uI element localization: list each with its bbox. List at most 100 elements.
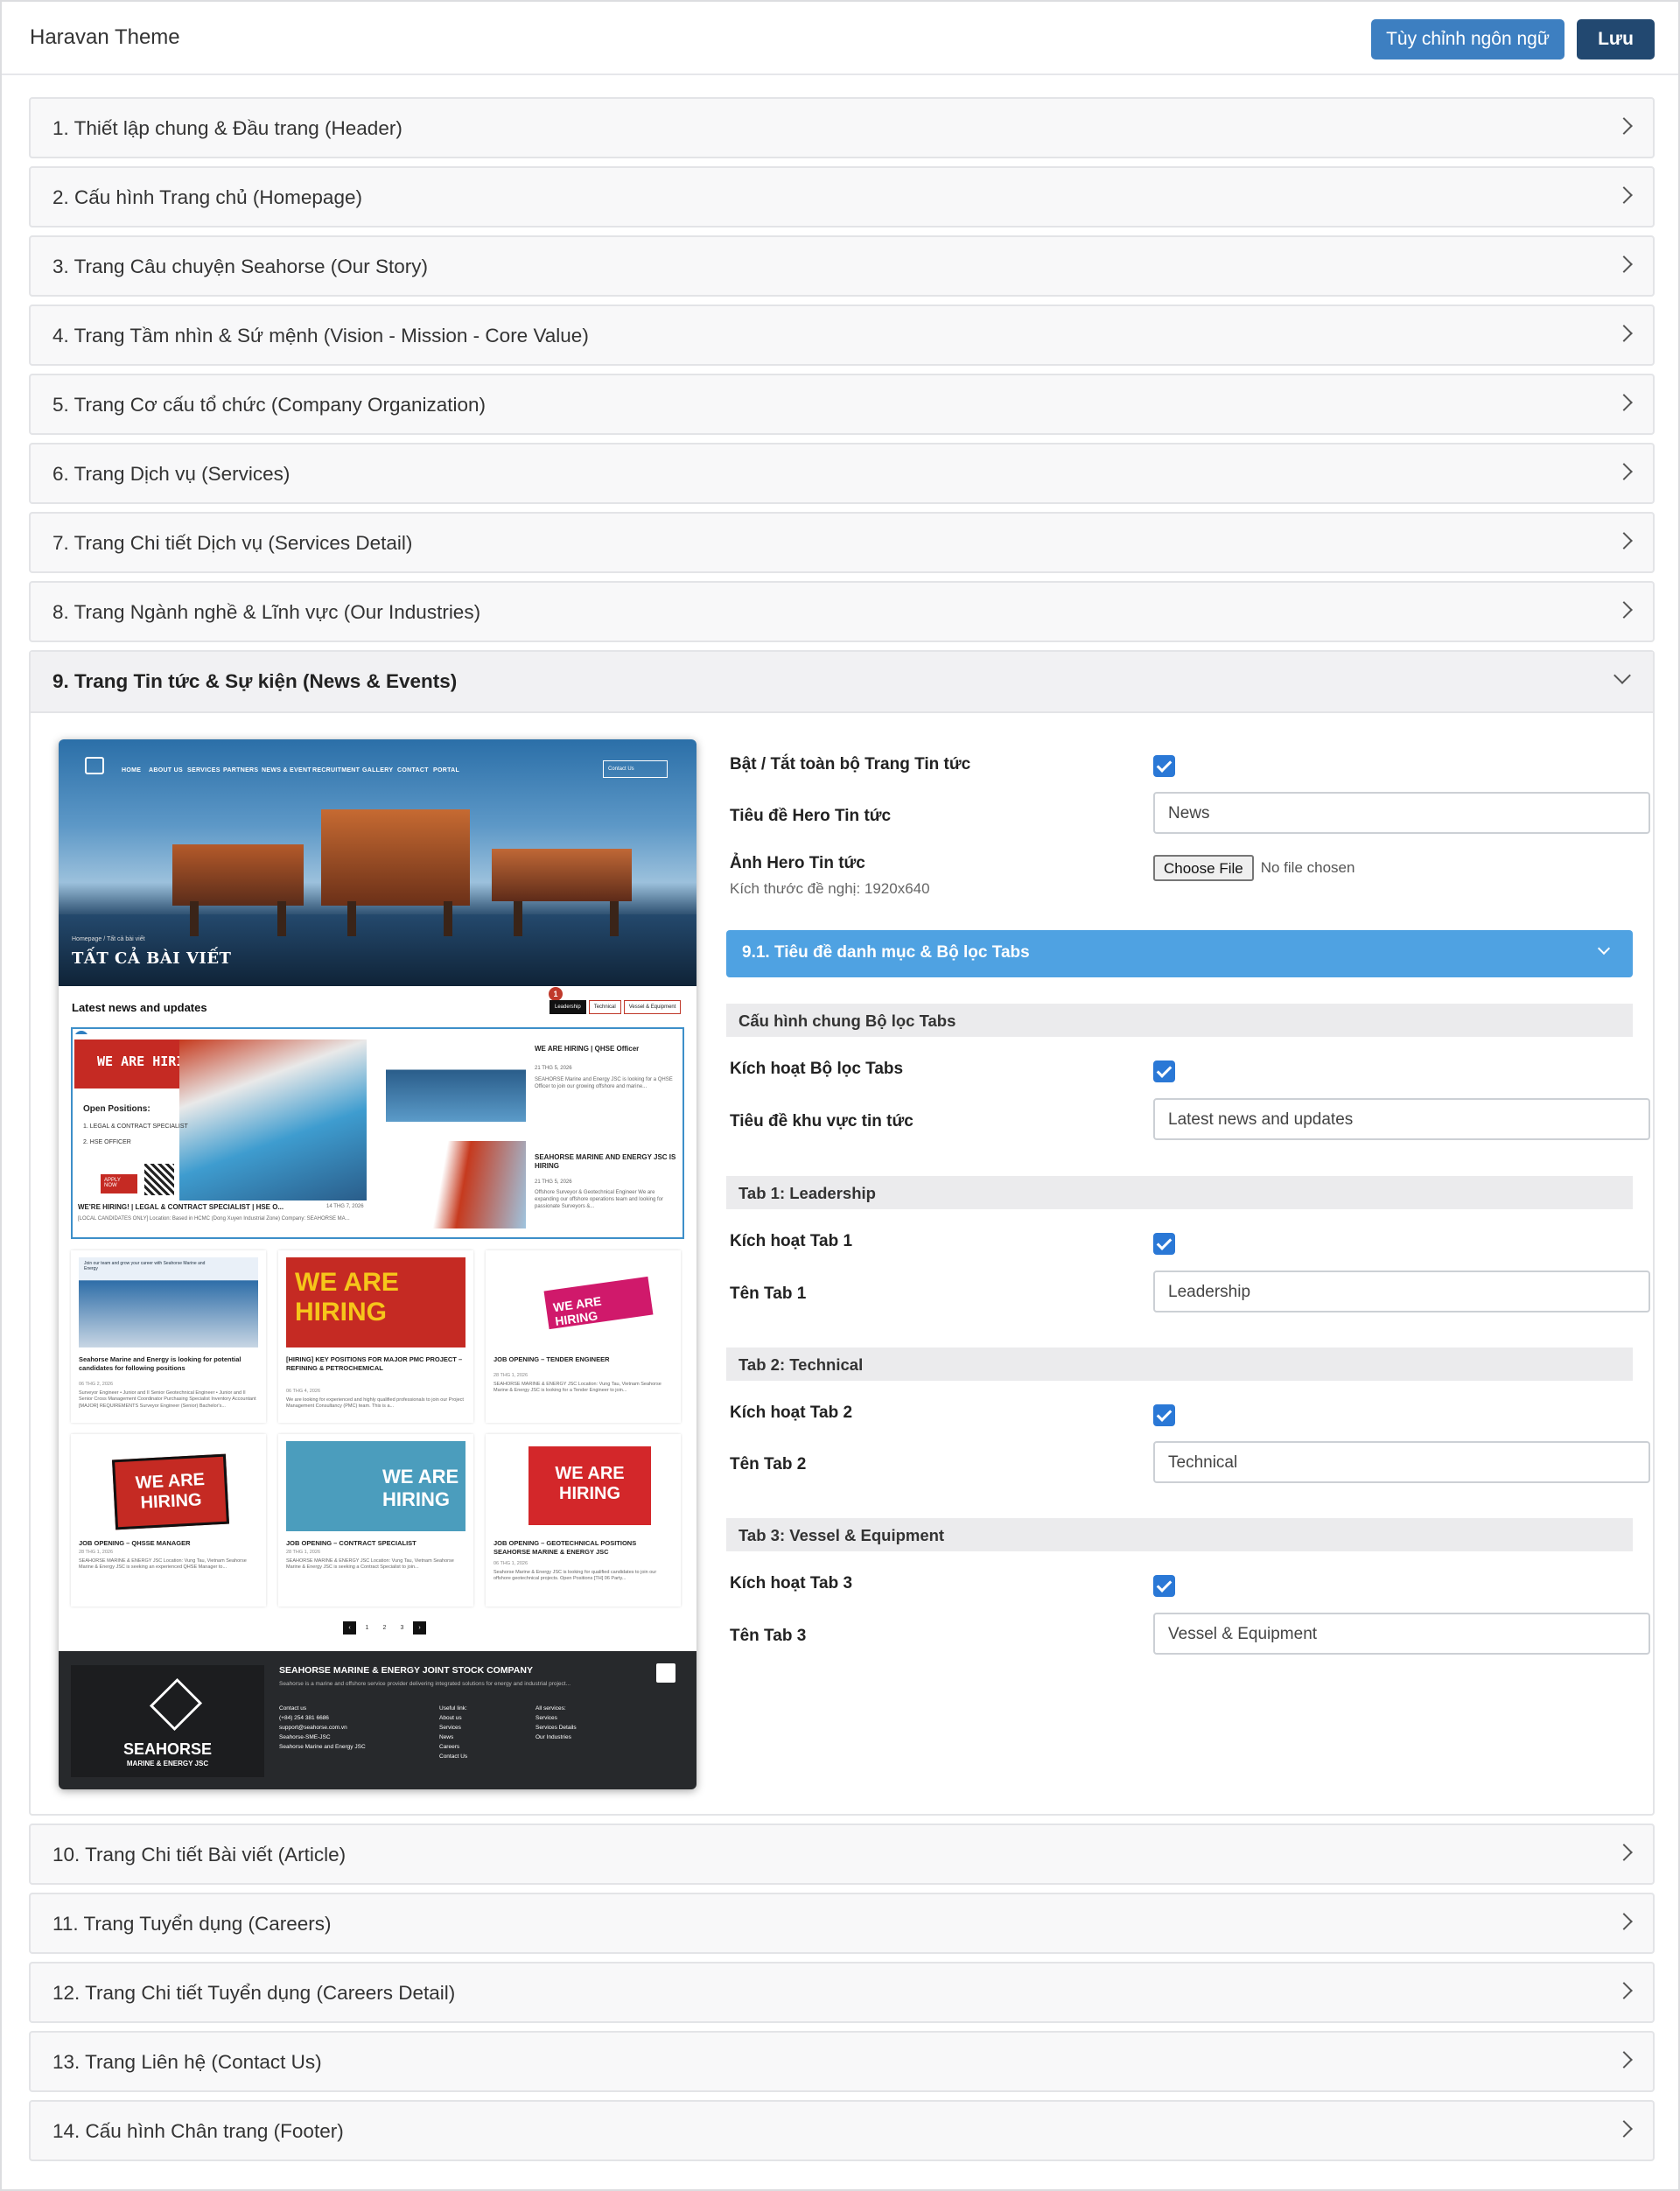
- accordion-label: 12. Trang Chi tiết Tuyển dụng (Careers D…: [52, 1982, 456, 2004]
- preview-card-date: 28 THG 1, 2026: [286, 1550, 321, 1555]
- accordion-news-events: 9. Trang Tin tức & Sự kiện (News & Event…: [29, 650, 1655, 1816]
- preview-tabs: Leadership Technical Vessel & Equipment: [550, 1000, 682, 1014]
- news-page-preview-image: HOME ABOUT US SERVICES PARTNERS NEWS & E…: [59, 739, 696, 1789]
- preview-rig-leg: [190, 901, 199, 936]
- chevron-right-icon: [1615, 325, 1633, 342]
- preview-nav: HOME ABOUT US SERVICES PARTNERS NEWS & E…: [59, 739, 696, 792]
- preview-footer-link: About us: [439, 1715, 462, 1722]
- preview-breadcrumb: Homepage / Tất cả bài viết: [72, 936, 145, 942]
- preview-tab: Leadership: [550, 1000, 586, 1014]
- preview-nav-item: RECRUITMENT: [312, 767, 360, 774]
- preview-side-title-2: SEAHORSE MARINE AND ENERGY JSC IS HIRING: [535, 1153, 676, 1170]
- enable-filter-label: Kích hoạt Bộ lọc Tabs: [730, 1060, 904, 1078]
- preview-side-date-2: 21 THG 5, 2026: [535, 1180, 572, 1185]
- preview-nav-item: PARTNERS: [223, 767, 259, 774]
- group-header-tab1: Tab 1: Leadership: [726, 1176, 1633, 1209]
- tab3-name-label: Tên Tab 3: [730, 1627, 807, 1645]
- preview-card-image: WE ARE HIRING: [286, 1441, 466, 1531]
- preview-news-card: WE ARE HIRING JOB OPENING – QHSSE MANAGE…: [71, 1434, 266, 1606]
- preview-side-text-2: Offshore Surveyor & Geotechnical Enginee…: [535, 1190, 663, 1209]
- preview-page: 2: [382, 1625, 387, 1631]
- preview-hero: HOME ABOUT US SERVICES PARTNERS NEWS & E…: [59, 739, 696, 986]
- qr-code-icon: [144, 1164, 174, 1195]
- preview-featured-title: WE'RE HIRING! | LEGAL & CONTRACT SPECIAL…: [78, 1203, 284, 1211]
- accordion-header-8[interactable]: 8. Trang Ngành nghề & Lĩnh vực (Our Indu…: [29, 581, 1655, 642]
- accordion-header-12[interactable]: 12. Trang Chi tiết Tuyển dụng (Careers D…: [29, 1962, 1655, 2023]
- preview-logo-icon: [85, 757, 104, 774]
- preview-card-title: [HIRING] KEY POSITIONS FOR MAJOR PMC PRO…: [286, 1355, 463, 1372]
- accordion-header-1[interactable]: 1. Thiết lập chung & Đầu trang (Header): [29, 97, 1655, 158]
- accordion-label: 13. Trang Liên hệ (Contact Us): [52, 2051, 322, 2073]
- group-title: Tab 3: Vessel & Equipment: [738, 1526, 945, 1544]
- chevron-right-icon: [1615, 1844, 1633, 1861]
- accordion-header-3[interactable]: 3. Trang Câu chuyện Seahorse (Our Story): [29, 235, 1655, 297]
- preview-featured-block: 2 WE ARE HIRING Open Positions: 1. LEGAL…: [71, 1027, 684, 1239]
- accordion-label: 11. Trang Tuyển dụng (Careers): [52, 1913, 332, 1935]
- preview-footer-phone: (+84) 254 381 6686: [279, 1715, 329, 1722]
- tabs-subsection: 9.1. Tiêu đề danh mục & Bộ lọc Tabs Cấu …: [726, 652, 1650, 1789]
- preview-rig: [321, 809, 470, 906]
- save-button[interactable]: Lưu: [1577, 19, 1655, 60]
- preview-open-positions: Open Positions:: [83, 1104, 150, 1114]
- preview-rig-leg: [514, 901, 522, 936]
- preview-section-title: Latest news and updates: [72, 1001, 207, 1014]
- preview-footer-company: SEAHORSE MARINE & ENERGY JOINT STOCK COM…: [279, 1665, 533, 1676]
- preview-card-text: Seahorse Marine & Energy JSC is looking …: [494, 1570, 657, 1582]
- preview-card-title: JOB OPENING – GEOTECHNICAL POSITIONS SEA…: [494, 1539, 637, 1556]
- preview-card-title: JOB OPENING – QHSSE MANAGER: [79, 1539, 191, 1547]
- group-title: Cấu hình chung Bộ lọc Tabs: [738, 1012, 956, 1030]
- preview-card-text: SEAHORSE MARINE & ENERGY JSC Location: V…: [494, 1382, 662, 1394]
- tab1-name-input[interactable]: Leadership: [1153, 1270, 1650, 1312]
- tab3-enable-checkbox[interactable]: [1153, 1575, 1175, 1597]
- tab1-name-label: Tên Tab 1: [730, 1284, 807, 1303]
- preview-footer-link: Careers: [439, 1744, 460, 1751]
- accordion-label: 14. Cấu hình Chân trang (Footer): [52, 2120, 344, 2142]
- preview-featured-date: 14 THG 7, 2026: [326, 1204, 364, 1209]
- preview-contact-button: Contact Us: [603, 760, 668, 778]
- preview-position: 1. LEGAL & CONTRACT SPECIALIST: [83, 1124, 188, 1130]
- preview-card-image: WE ARE HIRING: [494, 1257, 673, 1348]
- accordion-label: 2. Cấu hình Trang chủ (Homepage): [52, 186, 362, 208]
- chevron-right-icon: [1615, 256, 1633, 273]
- preview-card-date: 28 THG 1, 2026: [494, 1373, 528, 1378]
- preview-rig: [172, 844, 304, 906]
- accordion-header-4[interactable]: 4. Trang Tầm nhìn & Sứ mệnh (Vision - Mi…: [29, 304, 1655, 366]
- chevron-right-icon: [1615, 186, 1633, 204]
- preview-page: 3: [400, 1625, 404, 1631]
- preview-tab: Technical: [588, 1000, 621, 1014]
- accordion-header-11[interactable]: 11. Trang Tuyển dụng (Careers): [29, 1893, 1655, 1954]
- accordion-label: 6. Trang Dịch vụ (Services): [52, 463, 290, 485]
- tab3-name-input[interactable]: Vessel & Equipment: [1153, 1613, 1650, 1655]
- chevron-right-icon: [1615, 1982, 1633, 1999]
- preview-card-image-text: Join our team and grow your career with …: [84, 1261, 206, 1271]
- tab2-name-input[interactable]: Technical: [1153, 1441, 1650, 1483]
- preview-card-image-text: WE ARE HIRING: [543, 1276, 654, 1330]
- preview-nav-item: GALLERY: [362, 767, 394, 774]
- preview-card-text: SEAHORSE MARINE & ENERGY JSC Location: V…: [79, 1558, 247, 1571]
- preview-footer-line: Seahorse Marine and Energy JSC: [279, 1744, 366, 1751]
- tab2-enable-checkbox[interactable]: [1153, 1404, 1175, 1426]
- preview-footer-email: support@seahorse.com.vn: [279, 1725, 347, 1732]
- news-area-title-input[interactable]: Latest news and updates: [1153, 1098, 1650, 1140]
- preview-footer: SEAHORSE MARINE & ENERGY JSC SEAHORSE MA…: [59, 1651, 696, 1789]
- tab1-enable-label: Kích hoạt Tab 1: [730, 1232, 853, 1250]
- accordion-header-2[interactable]: 2. Cấu hình Trang chủ (Homepage): [29, 166, 1655, 228]
- accordion-header-10[interactable]: 10. Trang Chi tiết Bài viết (Article): [29, 1824, 1655, 1885]
- preview-card-image-text: WE ARE HIRING: [111, 1453, 230, 1530]
- preview-card-image: WE ARE HIRING: [494, 1441, 673, 1531]
- language-settings-button[interactable]: Tùy chỉnh ngôn ngữ: [1371, 19, 1564, 60]
- accordion-header-13[interactable]: 13. Trang Liên hệ (Contact Us): [29, 2031, 1655, 2092]
- enable-filter-checkbox[interactable]: [1153, 1060, 1175, 1082]
- tab1-enable-checkbox[interactable]: [1153, 1233, 1175, 1255]
- chevron-right-icon: [1615, 463, 1633, 480]
- subaccordion-tabs-header[interactable]: 9.1. Tiêu đề danh mục & Bộ lọc Tabs: [726, 930, 1633, 977]
- accordion-header-5[interactable]: 5. Trang Cơ cấu tổ chức (Company Organiz…: [29, 374, 1655, 435]
- group-title: Tab 2: Technical: [738, 1355, 864, 1374]
- accordion-header-6[interactable]: 6. Trang Dịch vụ (Services): [29, 443, 1655, 504]
- preview-footer-heading: Useful link:: [439, 1705, 467, 1712]
- tab2-name-label: Tên Tab 2: [730, 1455, 807, 1474]
- preview-side-text-1: SEAHORSE Marine and Energy JSC is lookin…: [535, 1077, 673, 1089]
- accordion-header-14[interactable]: 14. Cấu hình Chân trang (Footer): [29, 2100, 1655, 2161]
- accordion-header-7[interactable]: 7. Trang Chi tiết Dịch vụ (Services Deta…: [29, 512, 1655, 573]
- preview-footer-links: Useful link: About us Services News Care…: [439, 1704, 467, 1761]
